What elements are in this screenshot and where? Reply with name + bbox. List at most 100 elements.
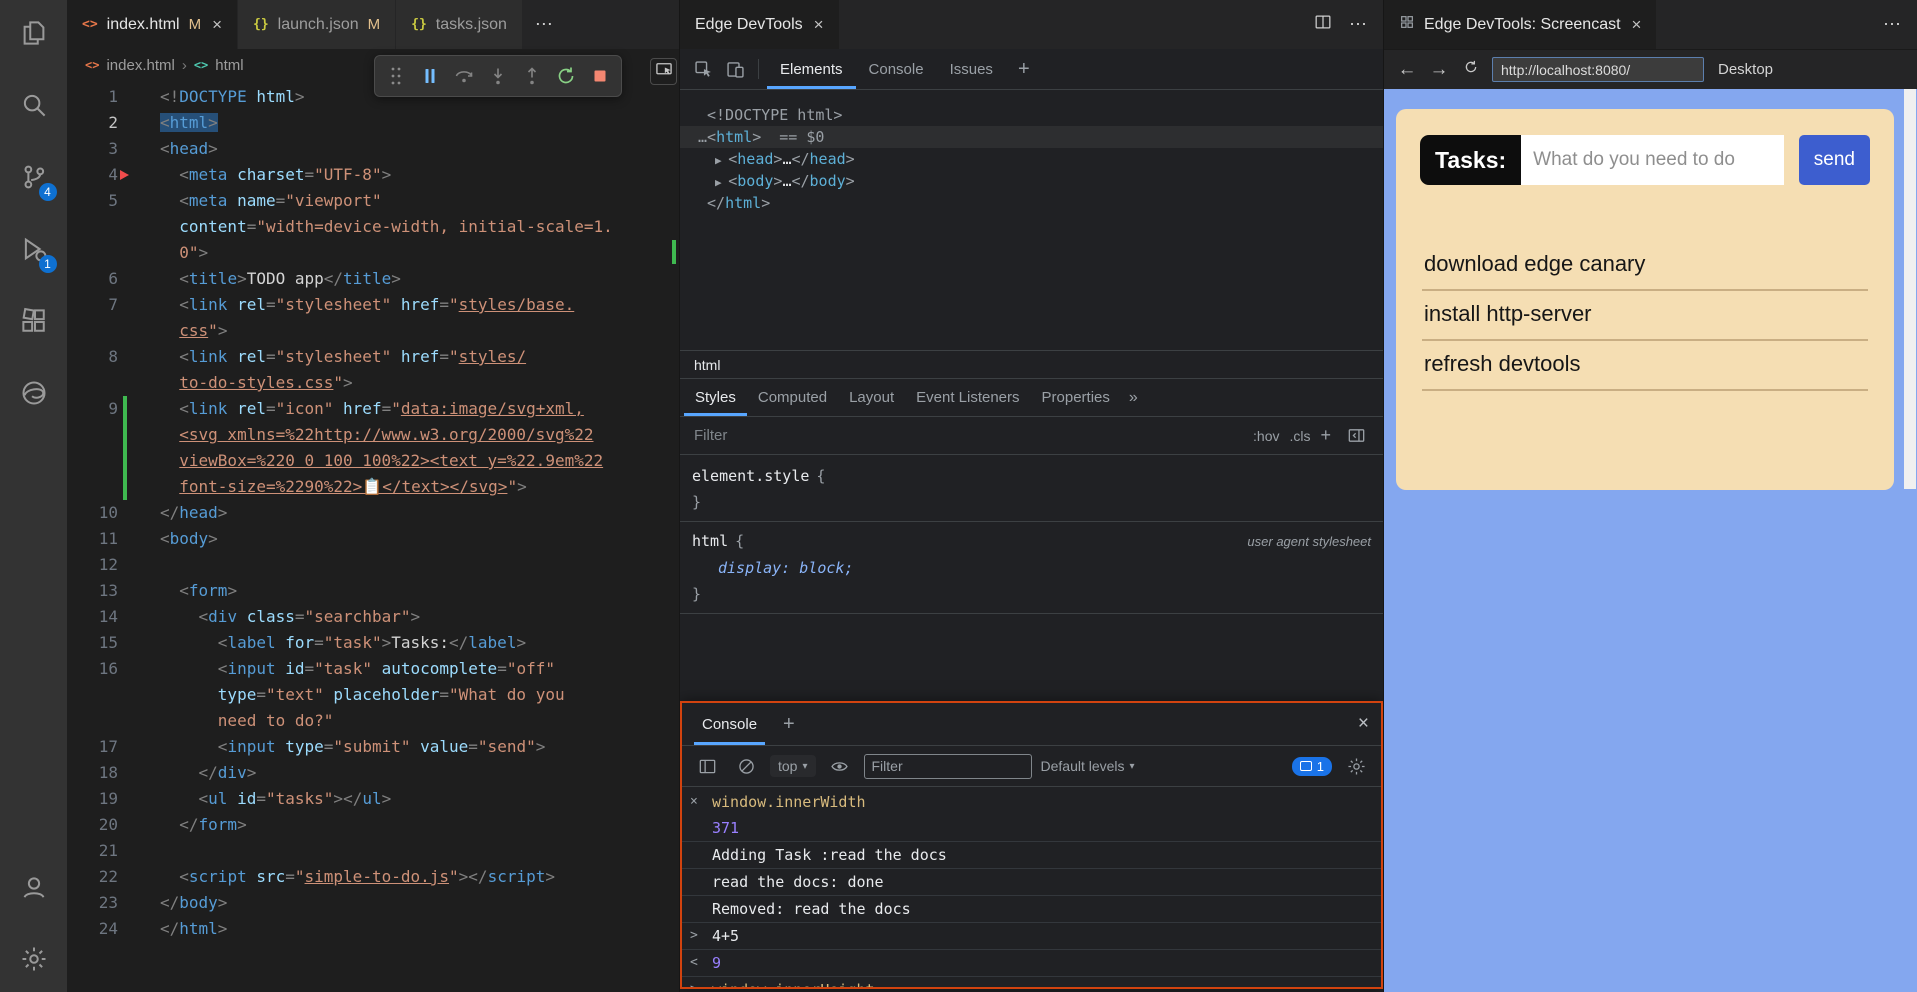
code-line[interactable]: 10 </head> — [67, 500, 679, 526]
reload-icon[interactable] — [1460, 58, 1482, 82]
device-mode-label[interactable]: Desktop — [1718, 61, 1773, 78]
styles-filter-input[interactable] — [692, 426, 1244, 445]
account-button[interactable] — [17, 872, 51, 906]
code-line[interactable]: font-size=%2290%22>📋</text></svg>"> — [67, 474, 679, 500]
sidebar-item-edge-devtools[interactable] — [17, 378, 51, 412]
code-line[interactable]: 4 <meta charset="UTF-8"> — [67, 162, 679, 188]
screencast-editor-tab[interactable]: Edge DevTools: Screencast × — [1384, 0, 1658, 49]
devtools-editor-tab[interactable]: Edge DevTools × — [680, 0, 840, 49]
breadcrumb-symbol[interactable]: html — [215, 57, 243, 74]
code-line[interactable]: 0"> — [67, 240, 679, 266]
scrollbar-thumb[interactable] — [1904, 89, 1916, 489]
code-line[interactable]: 18 </div> — [67, 760, 679, 786]
todo-list-item[interactable]: download edge canary — [1422, 241, 1868, 291]
debug-drag-handle[interactable] — [380, 60, 412, 92]
new-style-rule-icon[interactable]: + — [1320, 425, 1331, 446]
send-button[interactable]: send — [1798, 135, 1870, 185]
url-input[interactable] — [1492, 57, 1704, 82]
settings-button[interactable] — [17, 944, 51, 978]
devtools-tab-issues[interactable]: Issues — [937, 49, 1006, 89]
more-actions-icon[interactable]: ⋯ — [1349, 14, 1367, 35]
styles-pane-tab-computed[interactable]: Computed — [747, 379, 838, 416]
editor-tab-launch.json[interactable]: {} launch.json M — [238, 0, 397, 49]
code-line[interactable]: 23 </body> — [67, 890, 679, 916]
css-rule-element-style[interactable]: element.style { — [680, 463, 1383, 489]
screencast-toggle-button[interactable] — [650, 58, 677, 85]
add-console-pane-icon[interactable]: + — [783, 713, 795, 736]
console-sidebar-icon[interactable] — [692, 751, 722, 781]
task-input[interactable] — [1521, 135, 1784, 185]
code-line[interactable]: viewBox=%220 0 100 100%22><text y=%22.9e… — [67, 448, 679, 474]
code-line[interactable]: 13 <form> — [67, 578, 679, 604]
sidebar-item-run-debug[interactable]: 1 — [17, 234, 57, 273]
tab-console[interactable]: Console — [694, 703, 765, 745]
console-message[interactable]: <9 — [682, 950, 1381, 977]
close-icon[interactable]: × — [814, 15, 824, 35]
back-icon[interactable]: ← — [1396, 59, 1418, 81]
code-line[interactable]: 5 <meta name="viewport" — [67, 188, 679, 214]
sidebar-item-explorer[interactable] — [17, 18, 51, 52]
eye-icon[interactable] — [825, 751, 855, 781]
code-line[interactable]: 3 <head> — [67, 136, 679, 162]
forward-icon[interactable]: → — [1428, 59, 1450, 81]
editor-tab-tasks.json[interactable]: {} tasks.json — [396, 0, 523, 49]
inspect-icon[interactable] — [688, 54, 718, 84]
close-icon[interactable]: × — [212, 15, 222, 35]
close-icon[interactable]: × — [1358, 713, 1369, 735]
pause-button[interactable] — [414, 60, 446, 92]
todo-list-item[interactable]: install http-server — [1422, 291, 1868, 341]
console-message[interactable]: >4+5 — [682, 923, 1381, 950]
more-actions-icon[interactable]: ⋯ — [1883, 14, 1901, 35]
css-declaration[interactable]: display: block; — [680, 555, 1383, 581]
devtools-tab-elements[interactable]: Elements — [767, 49, 856, 89]
styles-pane-tab-layout[interactable]: Layout — [838, 379, 905, 416]
code-line[interactable]: 24 </html> — [67, 916, 679, 942]
code-line[interactable]: 7 <link rel="stylesheet" href="styles/ba… — [67, 292, 679, 318]
editor-tab-index.html[interactable]: <> index.html M × — [67, 0, 239, 49]
console-message[interactable]: × window.innerWidth — [682, 789, 1381, 815]
step-over-button[interactable] — [448, 60, 480, 92]
step-out-button[interactable] — [516, 60, 548, 92]
code-line[interactable]: 20 </form> — [67, 812, 679, 838]
breadcrumb-file[interactable]: index.html — [106, 57, 174, 74]
log-levels-selector[interactable]: Default levels ▾ — [1041, 758, 1135, 774]
code-line[interactable]: 8 <link rel="stylesheet" href="styles/ — [67, 344, 679, 370]
styles-pane-tab-properties[interactable]: Properties — [1031, 379, 1121, 416]
page-scrollbar[interactable] — [1903, 89, 1917, 992]
add-tab-icon[interactable]: + — [1008, 58, 1040, 81]
dom-tree-node[interactable]: <!DOCTYPE html> — [680, 104, 1383, 126]
code-line[interactable]: 14 <div class="searchbar"> — [67, 604, 679, 630]
styles-pane-tab-styles[interactable]: Styles — [684, 379, 747, 416]
devtools-tab-console[interactable]: Console — [856, 49, 937, 89]
toggle-class-button[interactable]: .cls — [1289, 428, 1310, 444]
code-line[interactable]: 19 <ul id="tasks"></ul> — [67, 786, 679, 812]
code-line[interactable]: 22 <script src="simple-to-do.js"></scrip… — [67, 864, 679, 890]
device-toolbar-icon[interactable] — [720, 54, 750, 84]
console-message[interactable]: >window.innerHeight — [682, 977, 1381, 987]
code-line[interactable]: 21 — [67, 838, 679, 864]
sidebar-item-extensions[interactable] — [17, 306, 51, 340]
console-message[interactable]: read the docs: done — [682, 869, 1381, 896]
code-line[interactable]: 6 <title>TODO app</title> — [67, 266, 679, 292]
code-line[interactable]: content="width=device-width, initial-sca… — [67, 214, 679, 240]
toggle-hover-state-button[interactable]: :hov — [1253, 428, 1279, 444]
sidebar-item-source-control[interactable]: 4 — [17, 162, 57, 201]
code-line[interactable]: <svg xmlns=%22http://www.w3.org/2000/svg… — [67, 422, 679, 448]
breadcrumb-node[interactable]: html — [694, 357, 720, 373]
todo-list-item[interactable]: refresh devtools — [1422, 341, 1868, 391]
hidden-messages-badge[interactable]: 1 — [1291, 756, 1332, 776]
toggle-sidebar-icon[interactable] — [1341, 421, 1371, 451]
context-selector[interactable]: top ▾ — [770, 755, 816, 777]
code-line[interactable]: 11 <body> — [67, 526, 679, 552]
dom-tree-node[interactable]: ▶ <body>…</body> — [680, 170, 1383, 192]
split-editor-icon[interactable] — [1313, 12, 1333, 37]
code-line[interactable]: 12 — [67, 552, 679, 578]
dom-tree-node[interactable]: ▶ <head>…</head> — [680, 148, 1383, 170]
more-tabs-icon[interactable]: » — [1121, 389, 1146, 407]
code-line[interactable]: 2 <html> — [67, 110, 679, 136]
step-into-button[interactable] — [482, 60, 514, 92]
code-line[interactable]: type="text" placeholder="What do you — [67, 682, 679, 708]
code-editor[interactable]: 1 <!DOCTYPE html> 2 <html> 3 <head> 4 <meta ch… — [67, 81, 679, 992]
close-icon[interactable]: × — [1632, 15, 1642, 35]
console-message[interactable]: 371 — [682, 815, 1381, 842]
